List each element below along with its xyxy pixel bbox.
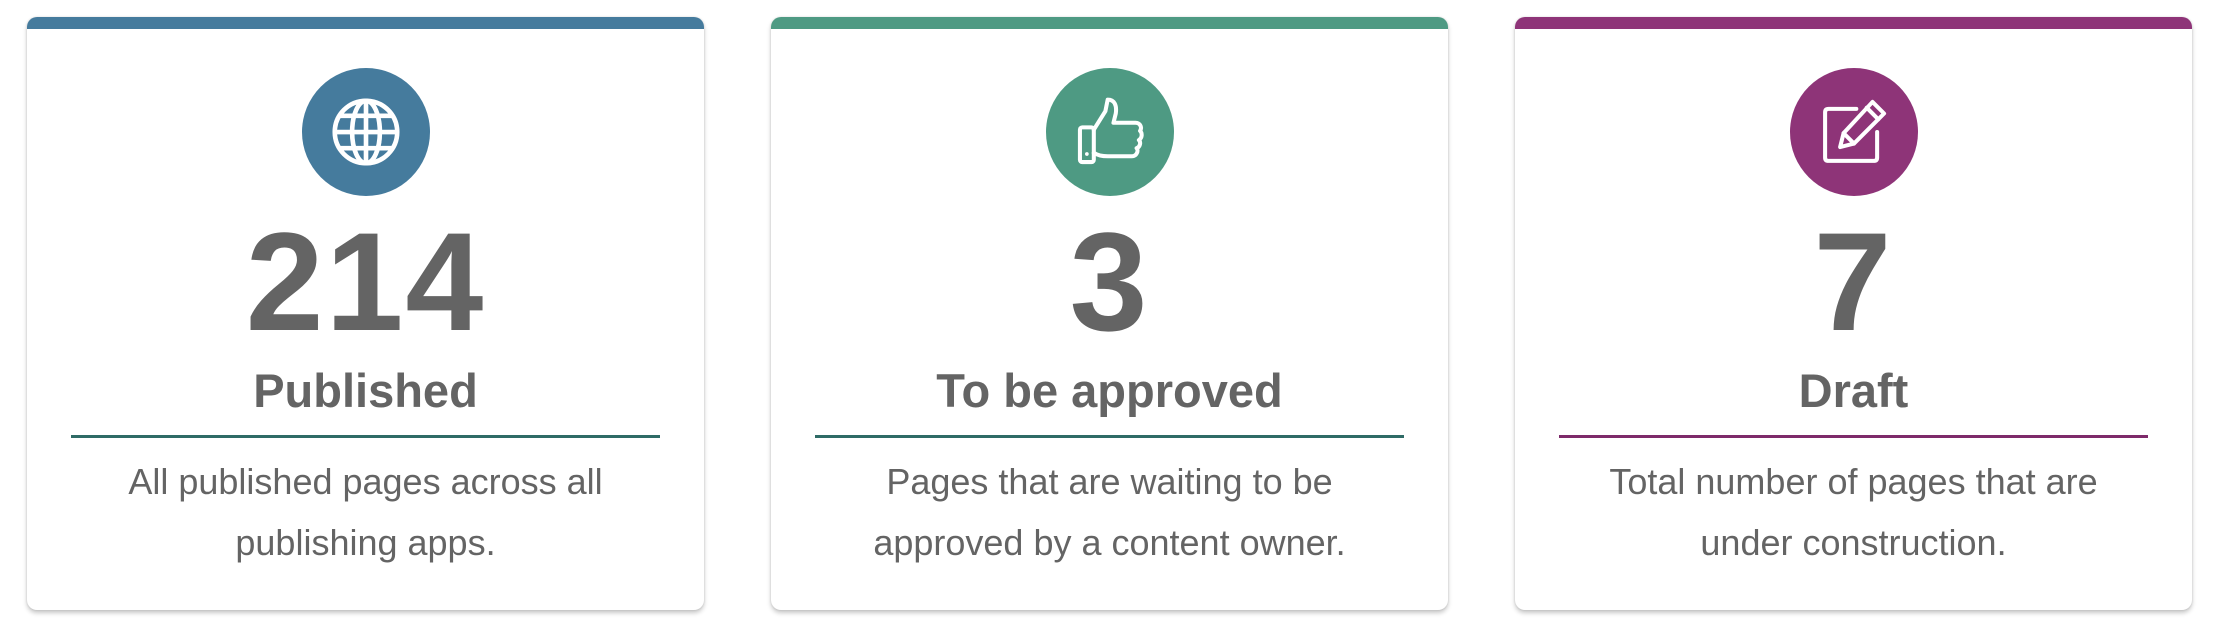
draft-label: Draft	[1798, 364, 1909, 417]
card-divider	[71, 435, 660, 438]
globe-icon	[301, 68, 430, 196]
published-description: All published pages across all publishin…	[128, 461, 603, 563]
card-accent-bar	[771, 17, 1448, 29]
published-count: 214	[245, 203, 486, 360]
edit-icon	[1789, 68, 1918, 196]
to-be-approved-label: To be approved	[936, 364, 1283, 417]
published-label: Published	[253, 364, 478, 417]
card-divider	[815, 435, 1404, 438]
to-be-approved-description: Pages that are waiting to be approved by…	[873, 461, 1346, 563]
card-divider	[1559, 435, 2148, 438]
thumbs-up-icon	[1045, 68, 1174, 196]
published-card[interactable]: 214 Published All published pages across…	[27, 17, 704, 610]
card-accent-bar	[27, 17, 704, 29]
draft-card[interactable]: 7 Draft Total number of pages that are u…	[1515, 17, 2192, 610]
draft-count: 7	[1813, 203, 1894, 360]
to-be-approved-card[interactable]: 3 To be approved Pages that are waiting …	[771, 17, 1448, 610]
status-cards: 214 Published All published pages across…	[0, 0, 2214, 636]
to-be-approved-count: 3	[1069, 203, 1150, 360]
card-accent-bar	[1515, 17, 2192, 29]
draft-description: Total number of pages that are under con…	[1609, 461, 2098, 563]
